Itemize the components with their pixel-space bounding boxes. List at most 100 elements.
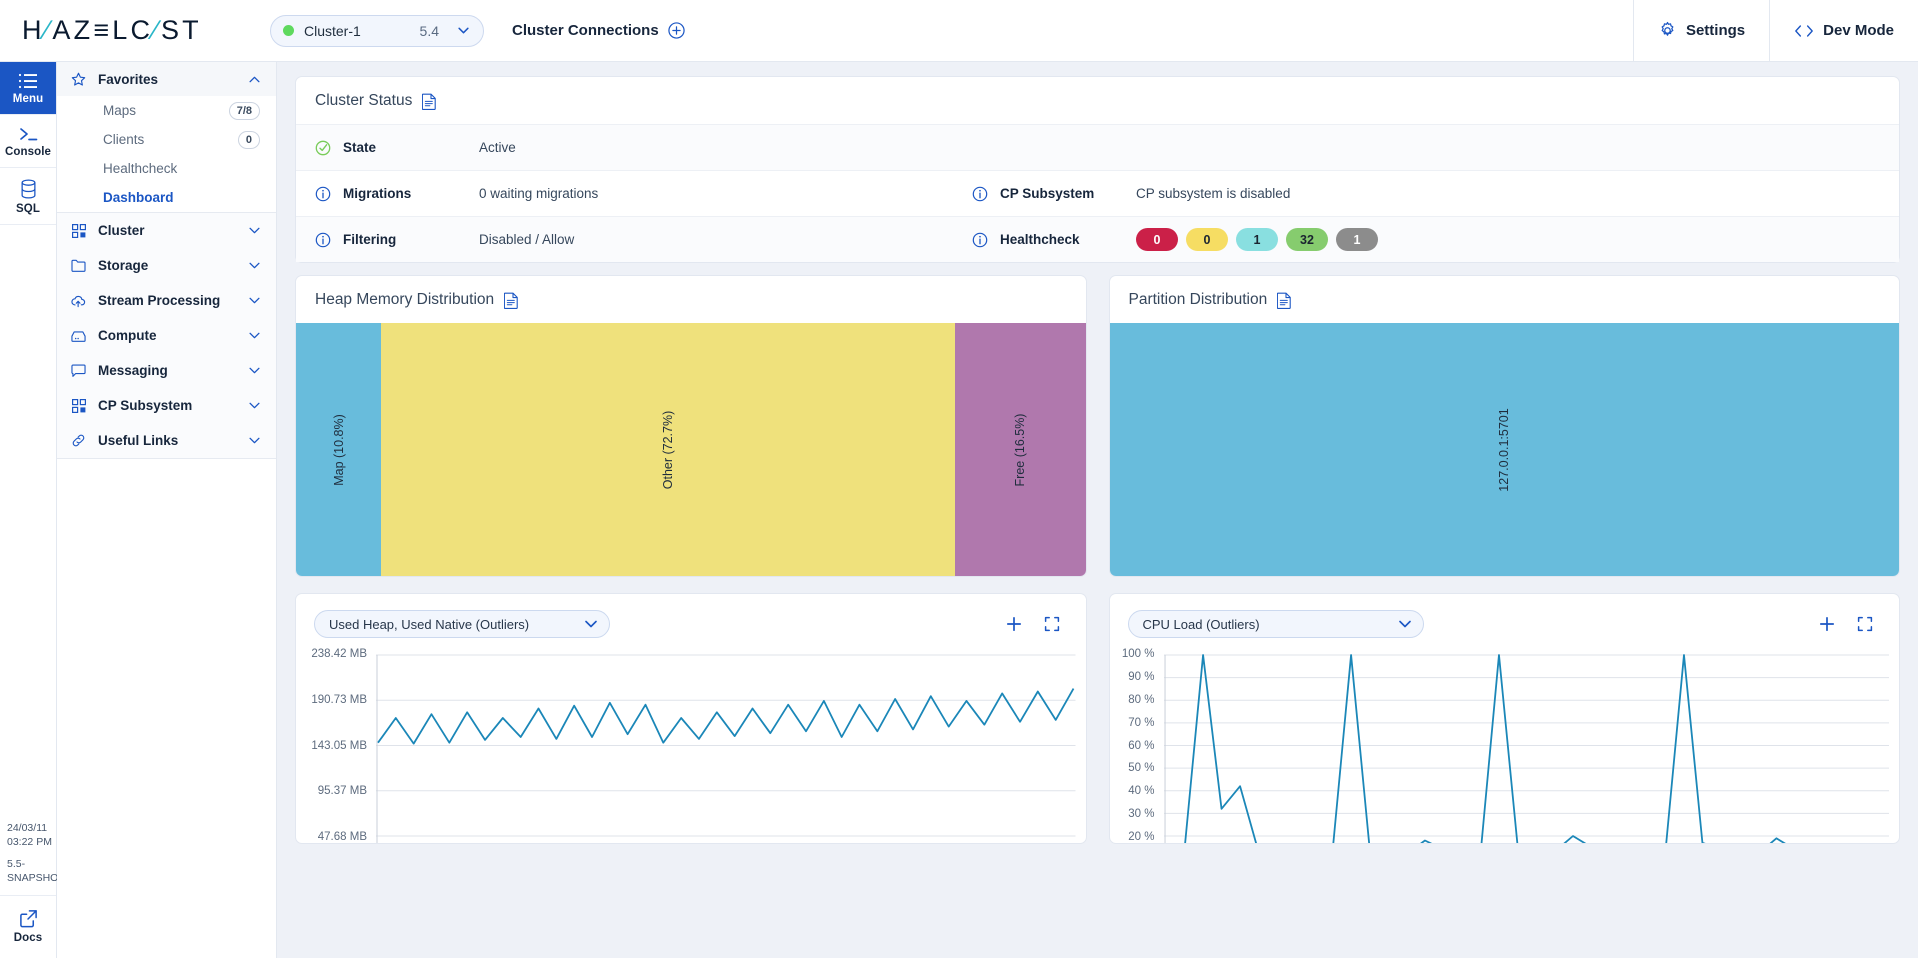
y-tick: 47.68 MB <box>302 831 367 843</box>
sidebar-item-useful-links[interactable]: Useful Links <box>57 423 276 458</box>
expand-icon[interactable] <box>1044 616 1060 632</box>
plus-circle-icon[interactable] <box>668 22 685 39</box>
rail-label-sql: SQL <box>16 203 40 215</box>
rail-item-sql[interactable]: SQL <box>0 168 56 225</box>
cluster-name-label: Cluster-1 <box>304 23 410 39</box>
rail-item-console[interactable]: Console <box>0 115 56 168</box>
status-badge[interactable]: 1 <box>1336 228 1378 251</box>
sidebar-item-maps[interactable]: Maps 7/8 <box>57 96 276 125</box>
sidebar-item-label-maps: Maps <box>103 103 229 118</box>
top-bar: H∕​AZ≡LC∕ST Cluster-1 5.4 Cluster Connec… <box>0 0 1918 62</box>
partition-distribution-card: Partition Distribution 127.0.0.1:5701 <box>1109 275 1901 577</box>
heap-memory-title: Heap Memory Distribution <box>315 291 494 309</box>
cpu-load-metric-select[interactable]: CPU Load (Outliers) <box>1128 610 1424 638</box>
status-cell-filtering: Filtering Disabled / Allow <box>296 232 953 248</box>
code-brackets-icon <box>1794 24 1814 38</box>
heap-segment-label-map: Map (10.8%) <box>332 414 346 486</box>
info-circle-icon[interactable] <box>972 232 988 248</box>
cluster-selector[interactable]: Cluster-1 5.4 <box>270 15 484 47</box>
rail-version-2: SNAPSHOT <box>7 871 56 885</box>
cloud-upload-icon <box>71 293 86 308</box>
status-badge[interactable]: 1 <box>1236 228 1278 251</box>
partition-segment-member[interactable]: 127.0.0.1:5701 <box>1110 323 1900 576</box>
cpu-load-plot-area[interactable] <box>1164 648 1890 843</box>
chevron-down-icon[interactable] <box>249 262 260 269</box>
heap-segment-other[interactable]: Other (72.7%) <box>381 323 955 576</box>
used-heap-metric-select[interactable]: Used Heap, Used Native (Outliers) <box>314 610 610 638</box>
chevron-down-icon[interactable] <box>249 227 260 234</box>
main-content: Cluster Status State Active <box>277 62 1918 958</box>
cpu-load-metric-selected-label: CPU Load (Outliers) <box>1143 617 1399 632</box>
settings-label: Settings <box>1686 22 1745 39</box>
chevron-down-icon[interactable] <box>249 332 260 339</box>
expand-icon[interactable] <box>1857 616 1873 632</box>
used-heap-plot-area[interactable] <box>376 648 1076 843</box>
server-icon <box>71 328 86 343</box>
chevron-down-icon <box>1399 620 1411 628</box>
partition-distribution-chart: 127.0.0.1:5701 <box>1110 323 1900 576</box>
sidebar-item-dashboard[interactable]: Dashboard <box>57 183 276 212</box>
healthcheck-badges: 0 0 1 32 1 <box>1136 228 1378 251</box>
partition-segment-label: 127.0.0.1:5701 <box>1497 408 1511 491</box>
sidebar-item-label-useful-links: Useful Links <box>98 433 237 448</box>
y-tick: 30 % <box>1116 808 1155 820</box>
status-badge[interactable]: 0 <box>1186 228 1228 251</box>
rail-item-menu[interactable]: Menu <box>0 62 56 115</box>
document-icon[interactable] <box>422 93 437 110</box>
sidebar-item-messaging[interactable]: Messaging <box>57 353 276 388</box>
rail-item-docs[interactable]: Docs <box>0 895 56 958</box>
heap-segment-map[interactable]: Map (10.8%) <box>296 323 381 576</box>
sidebar-item-cp-subsystem[interactable]: CP Subsystem <box>57 388 276 423</box>
sidebar-item-stream-processing[interactable]: Stream Processing <box>57 283 276 318</box>
status-badge[interactable]: 0 <box>1136 228 1178 251</box>
status-cell-state: State Active <box>296 140 953 156</box>
chat-bubble-icon <box>71 363 86 378</box>
sidebar-item-clients[interactable]: Clients 0 <box>57 125 276 154</box>
sidebar-item-cluster[interactable]: Cluster <box>57 213 276 248</box>
gear-icon <box>1658 21 1677 40</box>
check-circle-icon <box>315 140 331 156</box>
y-tick: 90 % <box>1116 671 1155 683</box>
folder-icon <box>71 258 86 273</box>
document-icon[interactable] <box>504 292 519 309</box>
cluster-connections[interactable]: Cluster Connections <box>512 22 685 39</box>
sidebar-item-healthcheck[interactable]: Healthcheck <box>57 154 276 183</box>
chevron-down-icon[interactable] <box>249 367 260 374</box>
info-circle-icon[interactable] <box>315 232 331 248</box>
dev-mode-label: Dev Mode <box>1823 22 1894 39</box>
partition-distribution-header: Partition Distribution <box>1110 276 1900 323</box>
status-cell-cp-subsystem: CP Subsystem CP subsystem is disabled <box>953 186 1290 202</box>
status-value-state: Active <box>479 140 516 155</box>
used-heap-metric-header: Used Heap, Used Native (Outliers) <box>296 594 1086 648</box>
info-circle-icon[interactable] <box>972 186 988 202</box>
cpu-load-metric-header: CPU Load (Outliers) <box>1110 594 1900 648</box>
cluster-status-dot-icon <box>283 25 294 36</box>
chevron-down-icon[interactable] <box>249 437 260 444</box>
heap-segment-free[interactable]: Free (16.5%) <box>955 323 1085 576</box>
app-logo[interactable]: H∕​AZ≡LC∕ST <box>0 15 270 46</box>
plus-icon[interactable] <box>1819 616 1835 632</box>
settings-button[interactable]: Settings <box>1633 0 1769 61</box>
dev-mode-button[interactable]: Dev Mode <box>1769 0 1918 61</box>
document-icon[interactable] <box>1277 292 1292 309</box>
chevron-down-icon[interactable] <box>249 402 260 409</box>
y-tick: 20 % <box>1116 831 1155 843</box>
chevron-down-icon[interactable] <box>249 297 260 304</box>
chevron-up-icon[interactable] <box>249 76 260 83</box>
sidebar-item-compute[interactable]: Compute <box>57 318 276 353</box>
nav-group-favorites[interactable]: Favorites <box>57 62 276 96</box>
status-badge[interactable]: 32 <box>1286 228 1328 251</box>
rail-date: 24/03/11 <box>7 821 56 835</box>
used-heap-metric-actions <box>1006 616 1068 632</box>
plus-icon[interactable] <box>1006 616 1022 632</box>
icon-rail: Menu Console SQL 24/03/11 <box>0 62 57 958</box>
sidebar-item-storage[interactable]: Storage <box>57 248 276 283</box>
status-key-state: State <box>343 140 467 155</box>
info-circle-icon[interactable] <box>315 186 331 202</box>
status-row-migrations: Migrations 0 waiting migrations CP Subsy… <box>296 170 1899 216</box>
y-tick: 70 % <box>1116 717 1155 729</box>
y-tick: 40 % <box>1116 785 1155 797</box>
sidebar-item-label-compute: Compute <box>98 328 237 343</box>
cpu-load-y-axis: 100 % 90 % 80 % 70 % 60 % 50 % 40 % 30 %… <box>1116 648 1164 843</box>
grid-squares-icon <box>71 398 86 413</box>
